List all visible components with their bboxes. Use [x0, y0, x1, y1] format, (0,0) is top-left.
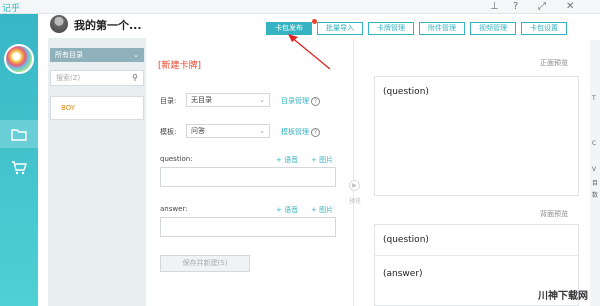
deck-title: 我的第一个...	[74, 19, 142, 32]
right-strip-text-4: 目	[592, 180, 599, 187]
pin-icon[interactable]: ⊥	[490, 0, 499, 13]
catalog-item-boy[interactable]: BOY	[50, 96, 144, 120]
search-icon[interactable]: ⚲	[132, 71, 138, 85]
back-preview-question: (question)	[383, 235, 429, 245]
batch-import-button[interactable]: 批量导入	[317, 22, 363, 35]
publish-button[interactable]: 卡包发布	[266, 22, 312, 35]
deck-avatar	[50, 15, 68, 33]
preview-toggle-label: 预览	[349, 198, 362, 205]
dir-label: 目录:	[160, 97, 177, 105]
search-placeholder: 搜索(Z)	[56, 74, 81, 82]
chevron-down-icon: ⌄	[133, 51, 139, 59]
folder-nav-item[interactable]	[0, 120, 38, 148]
dir-select[interactable]: 无目录 ⌄	[186, 93, 270, 107]
help-icon[interactable]: ?	[311, 97, 320, 106]
card-manage-button[interactable]: 卡牌管理	[368, 22, 414, 35]
template-manage-label: 模板管理	[281, 128, 309, 136]
answer-add-image-button[interactable]: + 图片	[311, 205, 333, 215]
front-preview-question: (question)	[383, 87, 429, 97]
save-and-new-button[interactable]: 保存并新建(S)	[160, 255, 250, 272]
toolbar: 卡包发布 批量导入 卡牌管理 附件管理 视频管理 卡包设置	[266, 22, 567, 35]
title-bar: 记乎 ⊥ ? ⤢ ✕	[0, 0, 600, 14]
front-preview-box: (question)	[374, 76, 579, 196]
answer-input[interactable]	[160, 217, 336, 237]
preview-toggle-button[interactable]: ▶	[349, 180, 360, 191]
deck-settings-button[interactable]: 卡包设置	[521, 22, 567, 35]
back-preview-title: 背面预览	[540, 210, 568, 218]
video-manage-button[interactable]: 视频管理	[470, 22, 516, 35]
dir-manage-link[interactable]: 目录管理?	[281, 96, 320, 106]
app-logo: 记乎	[2, 4, 21, 14]
right-strip-text-1: T	[592, 95, 596, 102]
cart-icon	[12, 161, 27, 175]
cart-nav-item[interactable]	[0, 154, 38, 182]
new-card-heading: [新建卡牌]	[158, 61, 202, 71]
chevron-down-icon: ⌄	[259, 96, 265, 104]
back-preview-separator	[375, 255, 578, 256]
right-strip	[590, 40, 600, 306]
help-icon[interactable]: ?	[513, 0, 518, 13]
right-strip-text-3: V	[592, 166, 597, 173]
answer-add-voice-button[interactable]: + 语音	[276, 205, 298, 215]
left-rail	[0, 14, 38, 306]
help-icon[interactable]: ?	[311, 128, 320, 137]
all-dirs-dropdown[interactable]: 所有目录 ⌄	[50, 48, 144, 62]
catalog-panel: 所有目录 ⌄ 搜索(Z) ⚲ BOY	[48, 38, 146, 306]
catalog-search-input[interactable]: 搜索(Z) ⚲	[50, 70, 144, 86]
all-dirs-label: 所有目录	[55, 51, 83, 59]
expand-icon[interactable]: ⤢	[538, 0, 546, 13]
folder-icon	[11, 128, 27, 141]
right-strip-text-5: 数	[592, 192, 599, 199]
template-select[interactable]: 问答 ⌄	[186, 124, 270, 138]
right-strip-text-2: C	[592, 140, 597, 147]
app-window: 记乎 ⊥ ? ⤢ ✕ 我的第一个... 卡包发布 批量导入 卡牌管理 附件管理 …	[0, 0, 600, 306]
attachment-manage-button[interactable]: 附件管理	[419, 22, 465, 35]
question-input[interactable]	[160, 167, 336, 187]
answer-label: answer:	[160, 205, 188, 213]
notification-dot	[312, 19, 317, 24]
panel-divider	[353, 40, 354, 306]
user-avatar[interactable]	[4, 44, 34, 74]
template-label: 模板:	[160, 128, 177, 136]
back-preview-answer: (answer)	[383, 269, 423, 279]
watermark: 川神下载网	[538, 291, 588, 302]
template-select-value: 问答	[191, 127, 205, 135]
question-label: question:	[160, 155, 193, 163]
question-add-image-button[interactable]: + 图片	[311, 155, 333, 165]
front-preview-title: 正面预览	[540, 59, 568, 67]
dir-manage-label: 目录管理	[281, 97, 309, 105]
question-add-voice-button[interactable]: + 语音	[276, 155, 298, 165]
dir-select-value: 无目录	[191, 96, 212, 104]
close-icon[interactable]: ✕	[566, 0, 574, 13]
template-manage-link[interactable]: 模板管理?	[281, 127, 320, 137]
chevron-down-icon: ⌄	[259, 127, 265, 135]
